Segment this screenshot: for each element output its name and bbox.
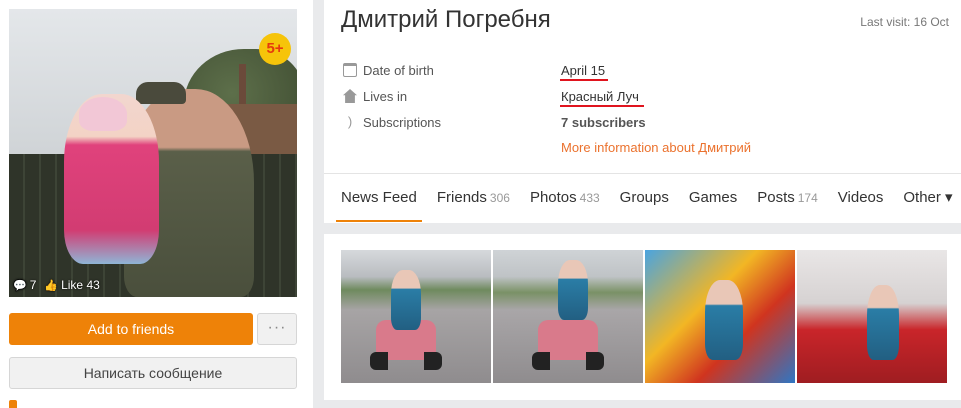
tab-count: 433 — [579, 191, 600, 205]
tab-label: Posts — [757, 189, 795, 206]
calendar-icon — [343, 63, 357, 77]
tab-count: 174 — [797, 191, 818, 205]
photo-thumbnail[interactable] — [341, 250, 491, 383]
subscriptions-label: Subscriptions — [363, 114, 442, 130]
profile-card: Дмитрий Погребня Last visit: 16 Oct Date… — [324, 0, 961, 223]
tab-games[interactable]: Games — [684, 174, 742, 222]
profile-tabs: News Feed Friends 306 Photos 433 Groups Ga… — [324, 173, 961, 223]
thumbs-up-icon: 👍 — [44, 280, 59, 292]
tab-friends[interactable]: Friends 306 — [432, 174, 515, 222]
ok-logo-fragment — [9, 400, 17, 408]
lives-in-label: Lives in — [363, 88, 408, 104]
photo-strip — [324, 234, 961, 400]
more-options-button[interactable]: ··· — [257, 313, 297, 345]
date-of-birth-label: Date of birth — [363, 62, 434, 78]
birth-underline — [560, 79, 608, 81]
tab-label: Games — [688, 189, 738, 206]
comments-stat[interactable]: 💬 7 — [13, 278, 36, 292]
photo-thumbnail[interactable] — [645, 250, 795, 383]
info-row-lives: Lives in — [343, 87, 407, 105]
subscriptions-value[interactable]: 7 subscribers — [561, 115, 646, 130]
photo-child — [558, 260, 588, 320]
tab-label: Friends — [436, 189, 487, 206]
info-row-subscriptions: ) Subscriptions — [343, 113, 441, 131]
rss-icon: ) — [347, 114, 353, 129]
tab-label: Other ▾ — [903, 189, 953, 206]
profile-avatar[interactable]: 5+ 💬 7 👍 Like 43 — [9, 9, 297, 297]
tab-posts[interactable]: Posts 174 — [752, 174, 823, 222]
last-visit: Last visit: 16 Oct — [860, 15, 949, 29]
house-icon — [343, 89, 357, 103]
avatar-cap — [136, 82, 186, 104]
photo-thumbnail[interactable] — [797, 250, 947, 383]
avatar-stats: 💬 7 👍 Like 43 — [9, 273, 100, 297]
tab-other[interactable]: Other ▾ — [898, 174, 957, 222]
profile-name: Дмитрий Погребня — [341, 6, 551, 33]
photo-quad — [532, 320, 604, 370]
left-column: 5+ 💬 7 👍 Like 43 Add to friends ··· Написа… — [0, 0, 313, 408]
tab-photos[interactable]: Photos 433 — [525, 174, 605, 222]
send-message-button[interactable]: Написать сообщение — [9, 357, 297, 389]
photo-child — [391, 270, 421, 330]
photo-child — [867, 285, 899, 360]
photo-child — [705, 280, 743, 360]
photo-thumbnail[interactable] — [493, 250, 643, 383]
likes-stat[interactable]: 👍 Like 43 — [44, 278, 99, 292]
lives-in-value[interactable]: Красный Луч — [561, 89, 639, 104]
tab-count: 306 — [489, 191, 510, 205]
info-row-birth: Date of birth — [343, 61, 434, 79]
comment-icon: 💬 — [13, 280, 27, 292]
add-to-friends-button[interactable]: Add to friends — [9, 313, 253, 345]
avatar-chimney — [239, 64, 246, 109]
tab-news-feed[interactable]: News Feed — [336, 174, 422, 222]
age-badge: 5+ — [259, 33, 291, 65]
tab-groups[interactable]: Groups — [615, 174, 674, 222]
tab-label: News Feed — [341, 189, 417, 206]
likes-label: Like 43 — [61, 278, 100, 292]
avatar-hat — [79, 97, 127, 131]
lives-underline — [560, 105, 644, 107]
tab-videos[interactable]: Videos — [833, 174, 889, 222]
date-of-birth-value: April 15 — [561, 63, 606, 78]
tab-label: Videos — [837, 189, 884, 206]
tab-label: Groups — [619, 189, 669, 206]
tab-label: Photos — [529, 189, 577, 206]
more-info-link[interactable]: More information about Дмитрий — [561, 140, 751, 155]
comments-count: 7 — [29, 278, 37, 292]
